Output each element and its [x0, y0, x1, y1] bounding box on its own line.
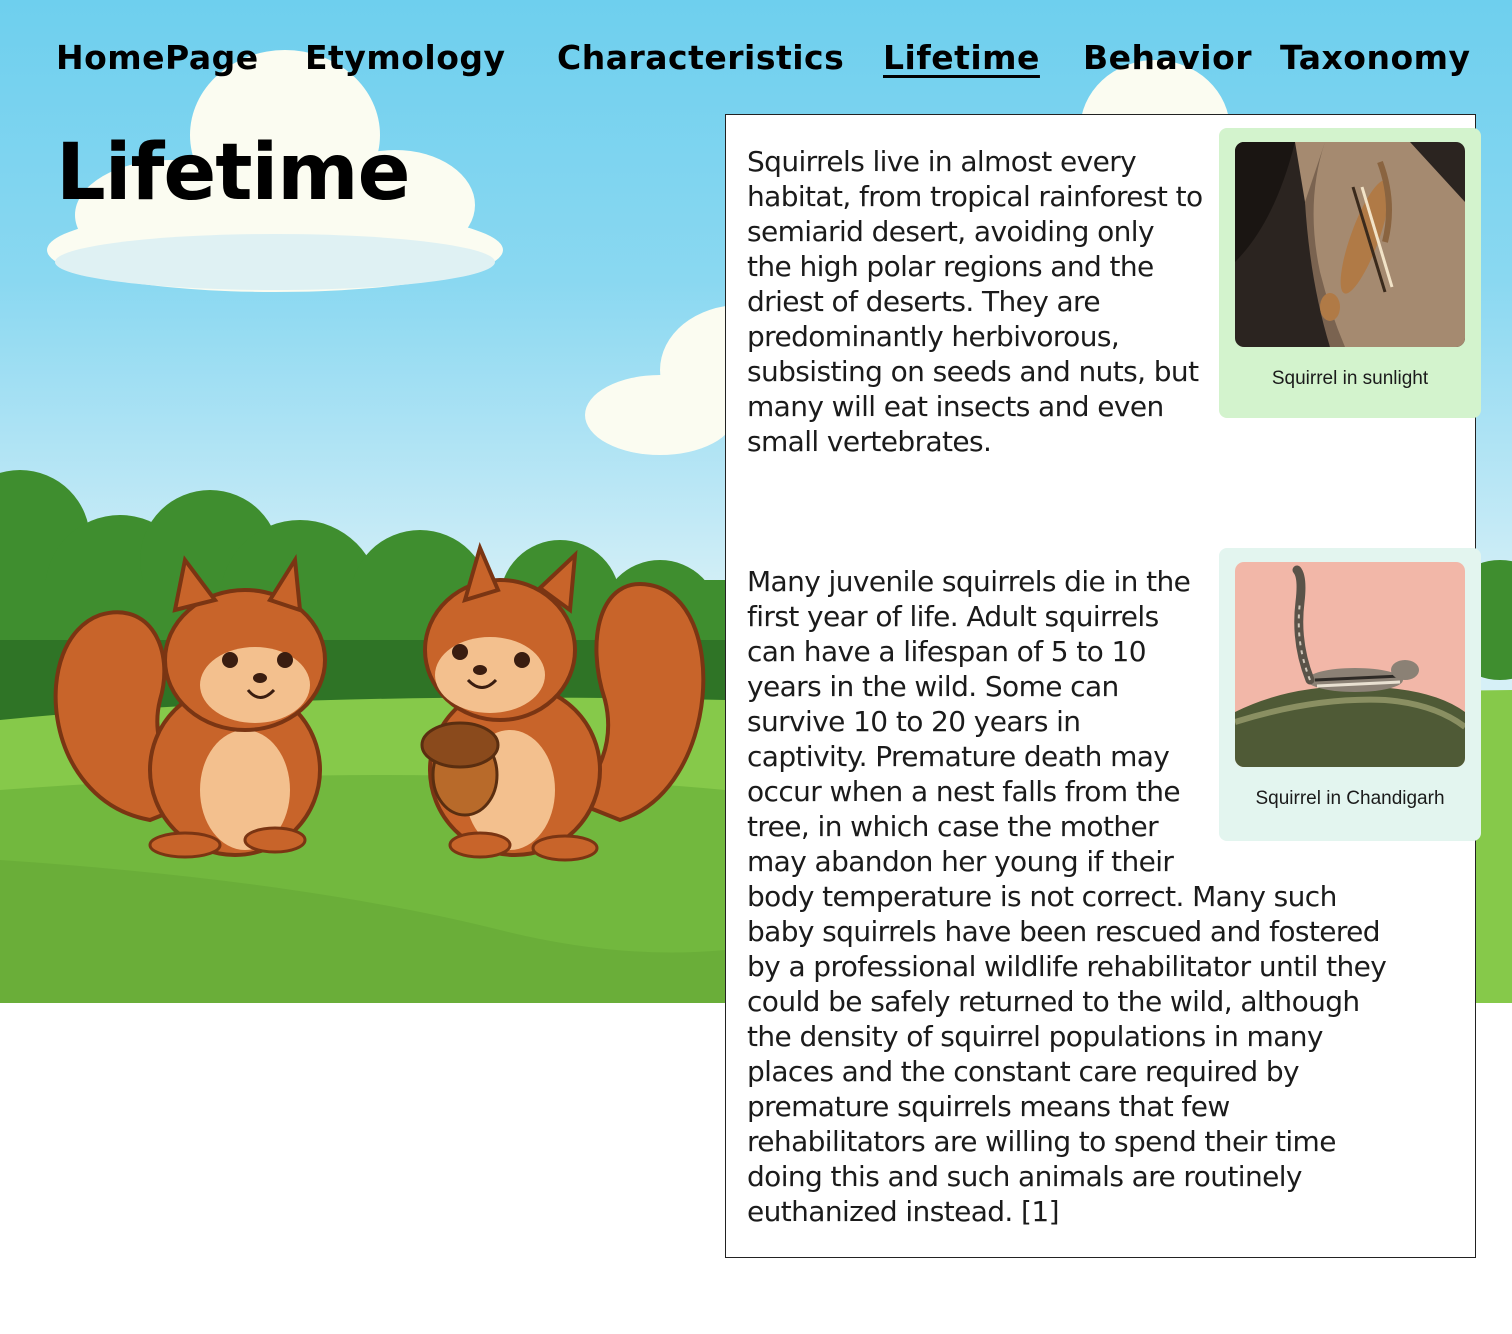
figure-caption: Squirrel in sunlight: [1271, 368, 1429, 389]
figure-squirrel-sunlight: Squirrel in sunlight: [1219, 128, 1481, 418]
squirrel-chandigarh-photo: [1235, 562, 1465, 767]
nav-etymology-link[interactable]: Etymology: [305, 38, 506, 77]
page-title: Lifetime: [56, 128, 410, 218]
nav-taxonomy-link[interactable]: Taxonomy: [1280, 38, 1471, 77]
nav-homepage-link[interactable]: HomePage: [56, 38, 259, 77]
main-navigation: HomePage Etymology Characteristics Lifet…: [0, 0, 1512, 120]
nav-characteristics-link[interactable]: Characteristics: [557, 38, 844, 77]
paragraph-habitat: Squirrel in sunlight Squirrels live in a…: [747, 128, 1481, 459]
nav-lifetime-link[interactable]: Lifetime: [883, 38, 1040, 77]
figure-caption: Squirrel in Chandigarh: [1255, 788, 1445, 809]
paragraph-text: Squirrels live in almost every habitat, …: [747, 145, 1203, 458]
figure-squirrel-chandigarh: Squirrel in Chandigarh: [1219, 548, 1481, 841]
paragraph-lifespan: Squirrel in Chandigarh Many juvenile squ…: [747, 548, 1481, 1229]
nav-behavior-link[interactable]: Behavior: [1083, 38, 1252, 77]
content-panel: Squirrel in sunlight Squirrels live in a…: [725, 114, 1481, 1258]
squirrel-sunlight-photo: [1235, 142, 1465, 347]
